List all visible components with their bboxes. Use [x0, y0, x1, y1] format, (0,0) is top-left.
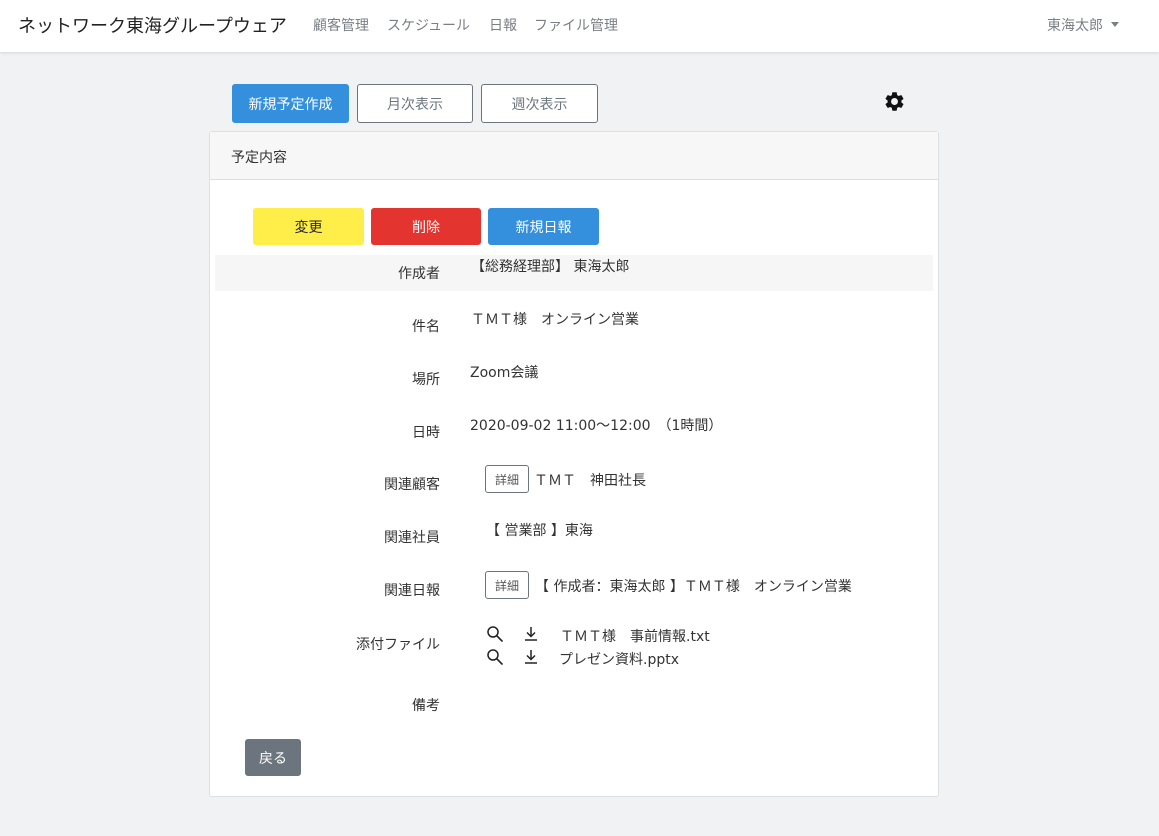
monthly-view-button[interactable]: 月次表示	[357, 84, 473, 123]
customer-detail-button[interactable]: 詳細	[485, 465, 529, 493]
nav-daily-report[interactable]: 日報	[489, 15, 517, 35]
attachments-label: 添付ファイル	[356, 637, 440, 653]
datetime-value: 2020-09-02 11:00～12:00 （1時間）	[470, 418, 723, 434]
schedule-detail-card: 予定内容 変更 削除 新規日報 作成者 【総務経理部】 東海太郎 件名 ＴＭＴ様…	[209, 131, 939, 797]
new-daily-report-button[interactable]: 新規日報	[488, 208, 599, 245]
subject-label: 件名	[412, 319, 440, 335]
edit-button[interactable]: 変更	[253, 208, 364, 245]
chevron-down-icon	[1111, 22, 1119, 27]
card-header: 予定内容	[210, 132, 938, 180]
attachment-file-link[interactable]: ＴＭＴ様 事前情報.txt	[560, 626, 710, 646]
download-icon[interactable]	[522, 648, 540, 666]
user-name: 東海太郎	[1047, 18, 1103, 34]
weekly-view-button[interactable]: 週次表示	[481, 84, 598, 123]
user-menu[interactable]: 東海太郎	[1047, 15, 1119, 35]
place-label: 場所	[412, 372, 440, 388]
nav-file-management[interactable]: ファイル管理	[534, 15, 618, 35]
download-icon[interactable]	[522, 625, 540, 643]
related-employee-label: 関連社員	[384, 530, 440, 546]
attachment-file-link[interactable]: プレゼン資料.pptx	[559, 649, 679, 669]
search-icon[interactable]	[486, 625, 504, 643]
related-report-label: 関連日報	[384, 583, 440, 599]
related-report-value: 【 作成者：東海太郎 】ＴＭＴ様 オンライン営業	[535, 579, 852, 595]
back-button[interactable]: 戻る	[245, 739, 301, 776]
place-value: Zoom会議	[470, 365, 539, 381]
author-label: 作成者	[398, 266, 440, 282]
related-customer-label: 関連顧客	[384, 477, 440, 493]
top-navbar: ネットワーク東海グループウェア 顧客管理 スケジュール 日報 ファイル管理 東海…	[0, 0, 1159, 52]
app-brand[interactable]: ネットワーク東海グループウェア	[18, 12, 287, 38]
related-employee-value: 【 営業部 】東海	[486, 523, 593, 539]
delete-button[interactable]: 削除	[371, 208, 481, 245]
notes-label: 備考	[412, 698, 440, 714]
nav-schedule[interactable]: スケジュール	[387, 15, 470, 35]
subject-value: ＴＭＴ様 オンライン営業	[471, 312, 639, 328]
new-schedule-button[interactable]: 新規予定作成	[232, 84, 349, 123]
card-title: 予定内容	[231, 150, 287, 166]
search-icon[interactable]	[486, 648, 504, 666]
author-value: 【総務経理部】 東海太郎	[471, 259, 630, 275]
report-detail-button[interactable]: 詳細	[485, 571, 529, 599]
related-customer-value: ＴＭＴ 神田社長	[534, 473, 646, 489]
gear-icon[interactable]	[883, 90, 906, 113]
datetime-label: 日時	[412, 425, 440, 441]
nav-customer-management[interactable]: 顧客管理	[313, 15, 369, 35]
